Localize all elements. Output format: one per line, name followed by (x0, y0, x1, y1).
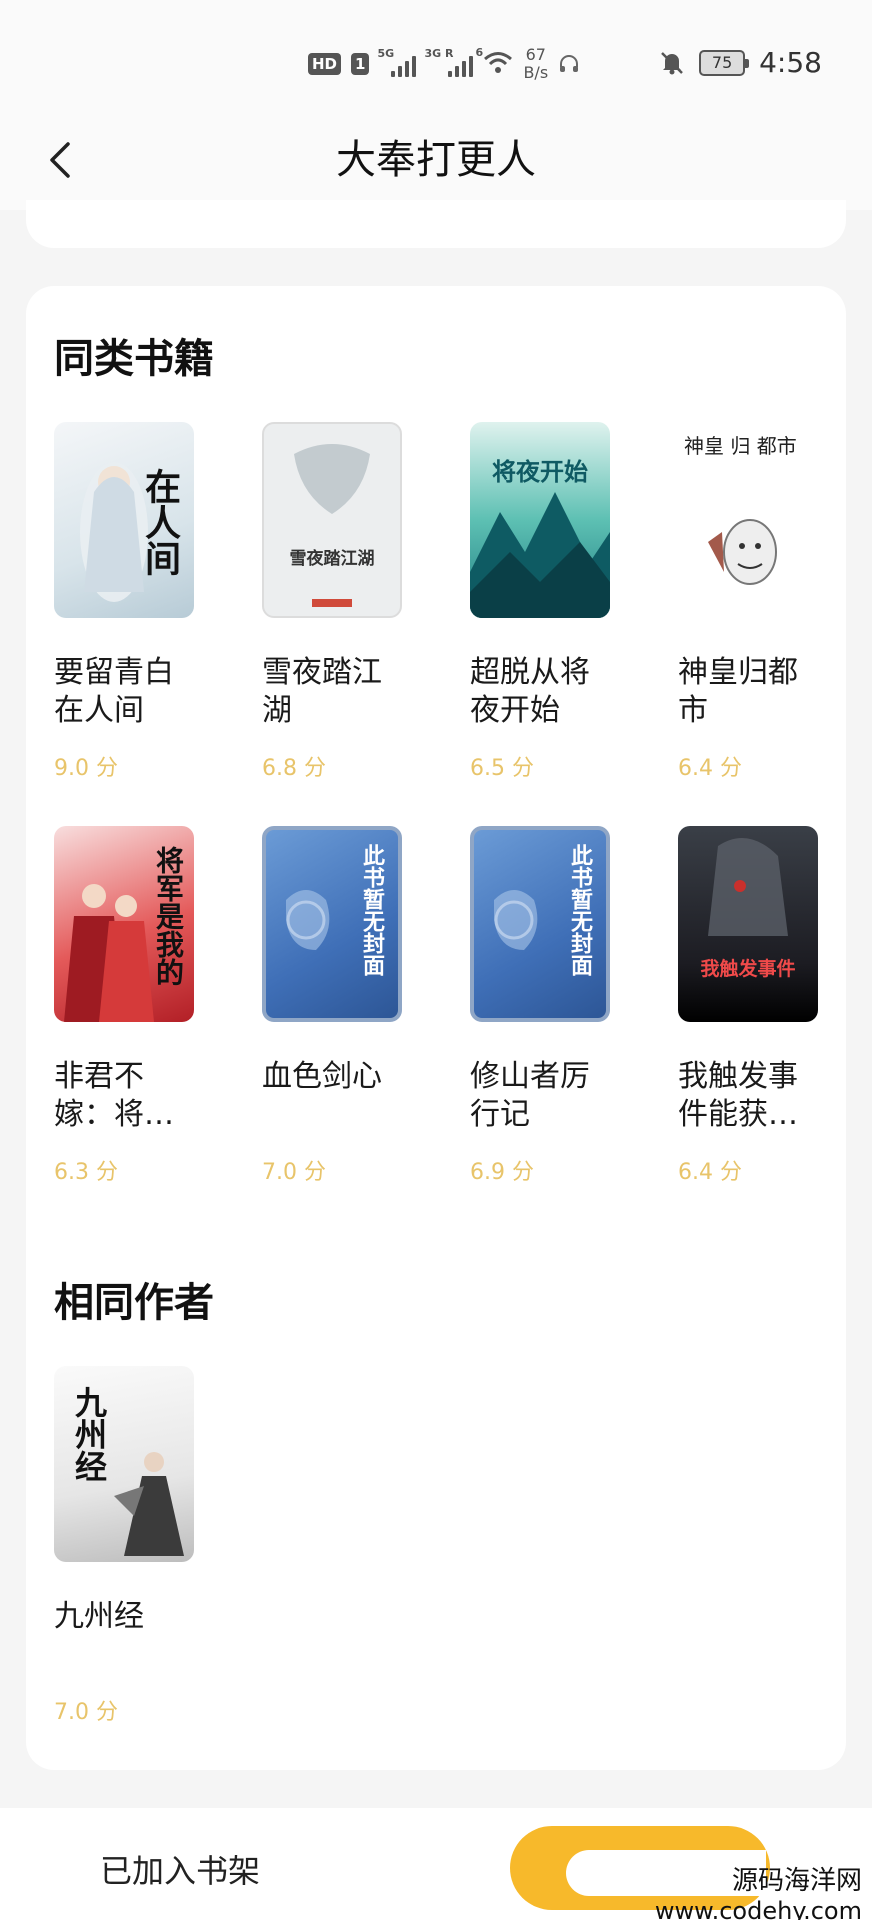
book-score: 6.8 分 (262, 756, 326, 781)
book-item[interactable]: 我触发事件 我触发事件能获… 6.4 分 (678, 826, 838, 1186)
book-title: 九州经 (54, 1599, 144, 1634)
speed-value: 67 (525, 45, 546, 64)
sim-badge: 1 (351, 53, 370, 75)
speed-unit: B/s (523, 63, 549, 82)
book-item[interactable]: 将军是我的 非君不嫁：将… 6.3 分 (54, 826, 214, 1186)
cover-title: 此书暂无封面 (359, 844, 385, 976)
book-item[interactable]: 神皇 归 都市 神皇归都市 6.4 分 (678, 422, 838, 782)
book-item[interactable]: 此书暂无封面 血色剑心 7.0 分 (262, 826, 422, 1186)
clock: 4:58 (759, 46, 822, 79)
signal-icon: 5G (377, 47, 417, 77)
book-item[interactable]: 九州经 九州经 7.0 分 (54, 1366, 214, 1726)
book-title: 修山者厉行记 (470, 1059, 590, 1132)
book-score: 6.5 分 (470, 756, 534, 781)
cover-title: 将军是我的 (152, 846, 185, 986)
signal2-label: 3G R (424, 47, 454, 60)
cover-title: 将夜开始 (492, 457, 588, 486)
book-item[interactable]: 在人间 要留青白在人间 9.0 分 (54, 422, 214, 782)
book-cover[interactable]: 九州经 (54, 1366, 194, 1562)
book-cover[interactable]: 将军是我的 (54, 826, 194, 1022)
page-title: 大奉打更人 (336, 137, 536, 183)
wifi-icon: 6 (475, 46, 513, 78)
book-score: 7.0 分 (54, 1700, 118, 1725)
book-score: 6.4 分 (678, 1160, 742, 1185)
previous-section-card (26, 200, 846, 248)
wifi-label: 6 (475, 46, 484, 59)
book-title: 超脱从将夜开始 (470, 655, 590, 728)
signal-icon-2: 3G R (424, 47, 474, 77)
watermark: 源码海洋网 www.codehy.com (655, 1860, 862, 1920)
hd-badge: HD (308, 53, 342, 75)
book-cover[interactable]: 将夜开始 (470, 422, 610, 618)
cover-title: 雪夜踏江湖 (289, 549, 375, 569)
book-score: 6.4 分 (678, 756, 742, 781)
book-item[interactable]: 将夜开始 超脱从将夜开始 6.5 分 (470, 422, 630, 782)
cover-title: 九州经 (70, 1386, 108, 1482)
added-to-shelf-button[interactable]: 已加入书架 (100, 1846, 260, 1892)
book-score: 7.0 分 (262, 1160, 326, 1185)
section-title-same-author: 相同作者 (54, 1280, 214, 1326)
book-title: 神皇归都市 (678, 655, 798, 728)
book-score: 9.0 分 (54, 756, 118, 781)
status-left: HD 1 5G 3G R 6 67 B/s (308, 46, 580, 82)
battery-icon: 75 (699, 49, 750, 76)
status-right: 75 4:58 (659, 46, 822, 79)
book-cover[interactable]: 此书暂无封面 (262, 826, 402, 1022)
cover-title: 我触发事件 (700, 958, 796, 980)
cover-title: 此书暂无封面 (567, 844, 593, 976)
book-score: 6.3 分 (54, 1160, 118, 1185)
book-cover[interactable]: 我触发事件 (678, 826, 818, 1022)
recommendations-card: 同类书籍 在人间 要留青白在人间 9.0 分 雪夜踏江湖 雪夜踏江湖 6.8 分 (26, 286, 846, 1770)
book-item[interactable]: 雪夜踏江湖 雪夜踏江湖 6.8 分 (262, 422, 422, 782)
book-score: 6.9 分 (470, 1160, 534, 1185)
network-speed: 67 B/s (523, 46, 548, 82)
book-title: 非君不嫁：将… (54, 1059, 174, 1132)
signal1-label: 5G (377, 47, 395, 60)
book-title: 血色剑心 (262, 1059, 382, 1094)
book-item[interactable]: 此书暂无封面 修山者厉行记 6.9 分 (470, 826, 630, 1186)
book-cover[interactable]: 神皇 归 都市 (678, 422, 818, 618)
cover-title: 在人间 (139, 468, 181, 576)
battery-level: 75 (711, 53, 733, 72)
book-cover[interactable]: 雪夜踏江湖 (262, 422, 402, 618)
book-cover[interactable]: 在人间 (54, 422, 194, 618)
status-bar: HD 1 5G 3G R 6 67 B/s 75 4:58 (0, 0, 872, 110)
headset-icon (560, 55, 579, 72)
book-title: 要留青白在人间 (54, 655, 174, 728)
book-title: 雪夜踏江湖 (262, 655, 382, 728)
book-cover[interactable]: 此书暂无封面 (470, 826, 610, 1022)
section-title-similar: 同类书籍 (54, 336, 214, 382)
watermark-line1: 源码海洋网 (731, 1866, 862, 1896)
bell-muted-icon (661, 51, 683, 74)
book-title: 我触发事件能获… (678, 1059, 798, 1132)
watermark-line2: www.codehy.com (654, 1897, 862, 1920)
nav-bar: 大奉打更人 (0, 110, 872, 210)
